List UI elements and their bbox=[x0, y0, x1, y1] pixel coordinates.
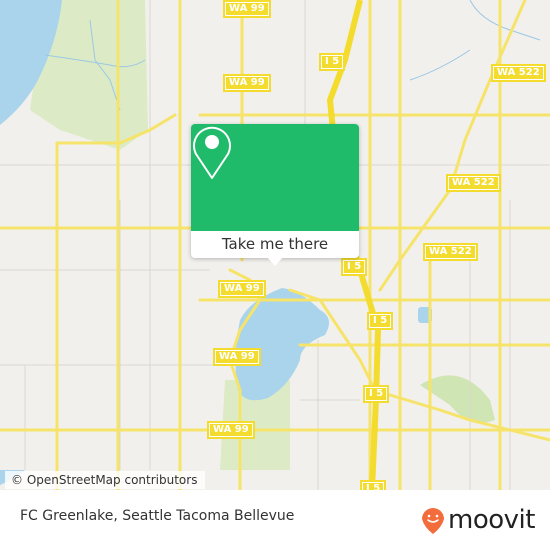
footer: FC Greenlake, Seattle Tacoma Bellevue mo… bbox=[0, 490, 550, 550]
road-shield-wa522: WA 522 bbox=[446, 174, 501, 192]
road-shield-wa99: WA 99 bbox=[218, 280, 266, 298]
place-name: FC Greenlake, Seattle Tacoma Bellevue bbox=[20, 508, 295, 524]
road-shield-wa522: WA 522 bbox=[491, 64, 546, 82]
osm-attribution-link[interactable]: © OpenStreetMap contributors bbox=[5, 471, 206, 489]
road-shield-i5: I 5 bbox=[319, 53, 346, 71]
road-shield-i5: I 5 bbox=[363, 385, 390, 403]
road-shield-i5: I 5 bbox=[341, 258, 368, 276]
map-pin-icon bbox=[193, 126, 231, 179]
location-popup: Take me there bbox=[191, 124, 359, 266]
road-shield-wa522: WA 522 bbox=[423, 243, 478, 261]
road-shield-wa99: WA 99 bbox=[207, 421, 255, 439]
brand-name: moovit bbox=[448, 505, 535, 535]
road-shield-wa99: WA 99 bbox=[213, 348, 261, 366]
road-shield-wa99: WA 99 bbox=[223, 74, 271, 92]
road-shield-wa99: WA 99 bbox=[223, 0, 271, 18]
road-shield-i5: I 5 bbox=[367, 312, 394, 330]
take-me-there-button[interactable]: Take me there bbox=[191, 231, 359, 258]
moovit-logo[interactable]: moovit bbox=[420, 504, 535, 536]
map-view[interactable]: WA 99 WA 99 WA 99 WA 99 WA 99 I 5 I 5 I … bbox=[0, 0, 550, 490]
popup-header bbox=[191, 124, 359, 231]
road-shield-i5: I 5 bbox=[360, 480, 387, 490]
popup-pointer bbox=[267, 257, 283, 266]
moovit-smile-pin-icon bbox=[422, 508, 444, 534]
